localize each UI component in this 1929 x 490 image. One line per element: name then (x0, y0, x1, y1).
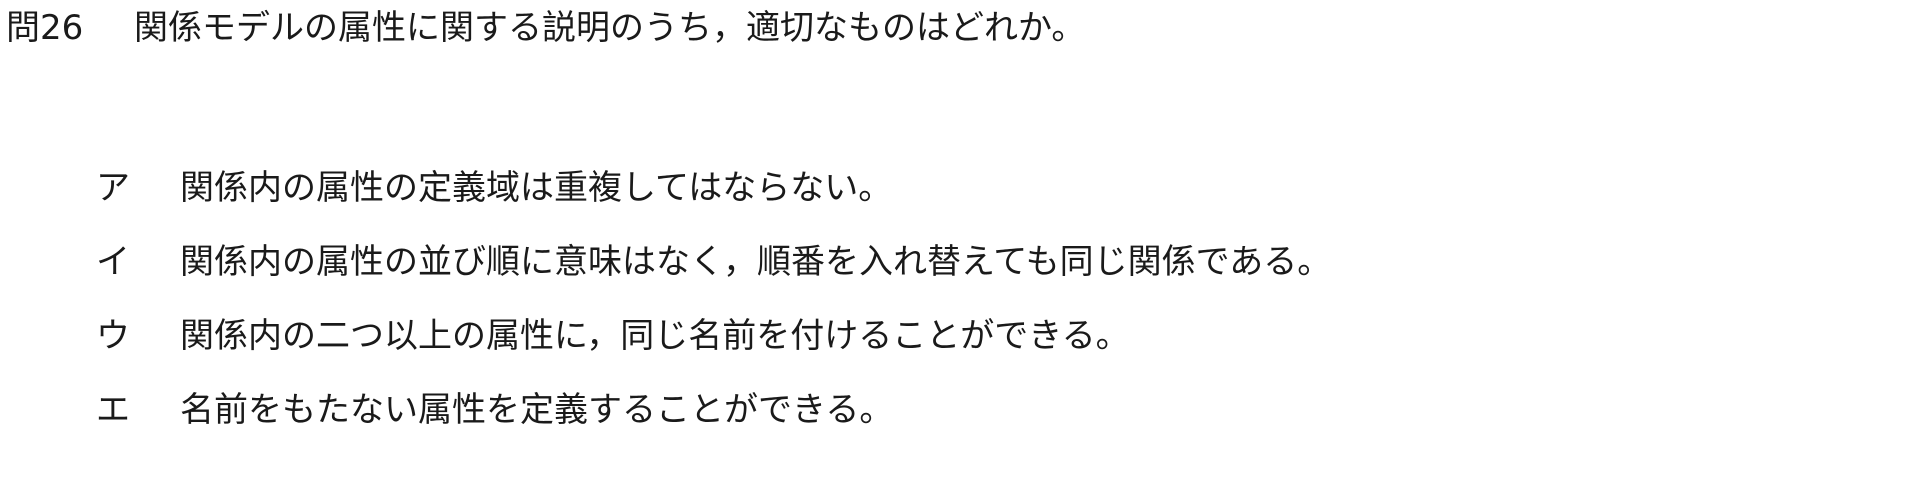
choice-u: ウ 関係内の二つ以上の属性に，同じ名前を付けることができる。 (96, 312, 1331, 360)
choice-e: エ 名前をもたない属性を定義することができる。 (96, 386, 1331, 434)
choice-text: 関係内の二つ以上の属性に，同じ名前を付けることができる。 (180, 316, 1130, 356)
choice-text: 関係内の属性の並び順に意味はなく，順番を入れ替えても同じ関係である。 (180, 242, 1332, 282)
choice-list: ア 関係内の属性の定義域は重複してはならない。 イ 関係内の属性の並び順に意味は… (96, 164, 1331, 460)
question-text: 関係モデルの属性に関する説明のうち，適切なものはどれか。 (134, 8, 1086, 48)
choice-label: ウ (96, 316, 130, 356)
choice-label: ア (96, 168, 130, 208)
choice-text: 関係内の属性の定義域は重複してはならない。 (180, 168, 893, 208)
choice-a: ア 関係内の属性の定義域は重複してはならない。 (96, 164, 1331, 212)
choice-i: イ 関係内の属性の並び順に意味はなく，順番を入れ替えても同じ関係である。 (96, 238, 1331, 286)
choice-text: 名前をもたない属性を定義することができる。 (180, 390, 894, 430)
question-number: 問26 (6, 8, 84, 48)
choice-label: イ (96, 242, 130, 282)
choice-label: エ (96, 390, 130, 430)
question-header: 問26 関係モデルの属性に関する説明のうち，適切なものはどれか。 (6, 4, 1085, 52)
